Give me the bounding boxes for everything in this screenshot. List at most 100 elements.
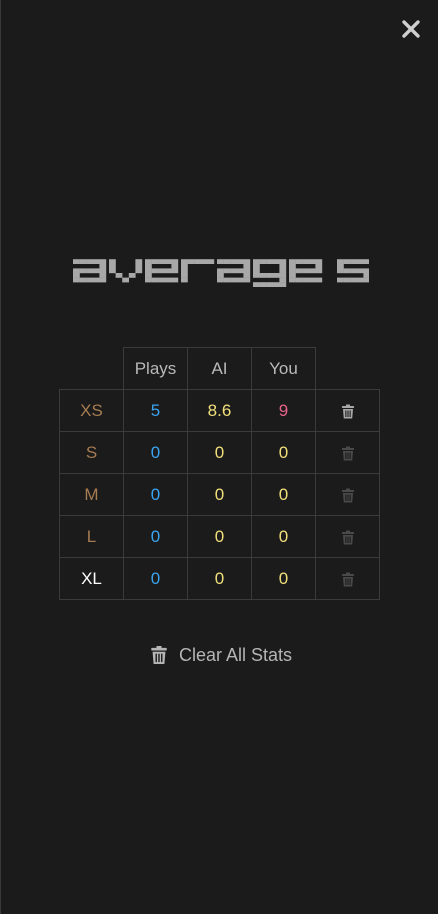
- title-pixel: [266, 273, 273, 278]
- title-pixel: [109, 263, 116, 269]
- trash-icon: [341, 446, 354, 461]
- title-pixel: [145, 277, 152, 283]
- row-you: 0: [251, 431, 316, 474]
- title-pixel: [302, 259, 309, 264]
- title-pixel: [171, 259, 179, 264]
- title-pixel: [253, 259, 260, 264]
- trash-icon: [341, 488, 354, 503]
- title-pixel: [158, 268, 165, 274]
- title-pixel: [289, 277, 296, 283]
- title-pixel: [135, 259, 143, 264]
- row-you: 0: [251, 557, 316, 600]
- row-delete-button[interactable]: [315, 389, 380, 432]
- header-plays: Plays: [123, 347, 188, 390]
- row-plays: 5: [123, 389, 188, 432]
- title-pixel: [350, 268, 357, 274]
- title-pixel: [243, 259, 251, 264]
- title-pixel: [343, 277, 351, 283]
- title-pixel: [279, 277, 287, 283]
- title-pixel: [145, 268, 152, 274]
- row-delete-button[interactable]: [315, 473, 380, 516]
- title-pixel: [86, 277, 93, 283]
- panel-edge: [0, 0, 1, 914]
- title-pixel: [266, 259, 273, 264]
- title-pixel: [86, 259, 93, 264]
- title-pixel: [289, 259, 296, 264]
- title-pixel: [289, 273, 296, 278]
- title-pixel: [73, 259, 80, 264]
- title-pixel: [295, 268, 303, 274]
- stats-table: Plays AI You XS 5 8.6 9 S 0 0 0 M 0 0 0 …: [59, 347, 380, 600]
- title-pixel: [289, 263, 296, 269]
- title-pixel: [171, 268, 179, 274]
- title-pixel: [79, 259, 87, 264]
- title-pixel: [217, 277, 224, 283]
- title-pixel: [302, 277, 309, 283]
- row-size: M: [59, 473, 124, 516]
- row-plays: 0: [123, 557, 188, 600]
- row-delete-button[interactable]: [315, 557, 380, 600]
- title-pixel: [181, 277, 188, 283]
- row-ai: 0: [187, 515, 252, 558]
- title-pixel: [230, 259, 237, 264]
- title-pixel: [92, 277, 100, 283]
- title-pixel: [171, 263, 179, 269]
- title-pixel: [350, 277, 357, 283]
- row-you: 9: [251, 389, 316, 432]
- title-pixel: [272, 273, 280, 278]
- row-plays: 0: [123, 431, 188, 474]
- title-pixel: [145, 273, 152, 278]
- title-pixel: [236, 268, 244, 274]
- title-pixel: [200, 259, 208, 264]
- title-pixel: [122, 277, 129, 283]
- title-pixel: [356, 277, 364, 283]
- title-pixel: [73, 277, 80, 283]
- close-button[interactable]: [398, 16, 424, 42]
- row-ai: 0: [187, 557, 252, 600]
- title-pixel: [253, 273, 260, 278]
- title-pixel: [343, 268, 351, 274]
- title-pixel: [99, 268, 107, 274]
- title-pixel: [272, 282, 280, 287]
- title-pixel: [151, 268, 159, 274]
- row-delete-button[interactable]: [315, 431, 380, 474]
- title-pixel: [356, 268, 364, 274]
- title-pixel: [308, 277, 316, 283]
- title-pixel: [230, 268, 237, 274]
- trash-icon: [341, 572, 354, 587]
- title-pixel: [236, 277, 244, 283]
- title-pixel: [308, 268, 316, 274]
- close-x-icon: [402, 20, 420, 38]
- title-pixel: [135, 268, 143, 274]
- title-pixel: [363, 277, 369, 283]
- title-pixel: [151, 277, 159, 283]
- row-you: 0: [251, 515, 316, 558]
- row-delete-button[interactable]: [315, 515, 380, 558]
- clear-all-stats-label: Clear All Stats: [179, 644, 293, 665]
- title-pixel: [302, 268, 309, 274]
- row-ai: 0: [187, 473, 252, 516]
- title-pixel: [253, 282, 260, 287]
- title-pixel: [363, 273, 369, 278]
- title-text: average swaps: [369, 248, 370, 249]
- title-pixel: [92, 268, 100, 274]
- table-row: XS 5 8.6 9: [59, 389, 380, 432]
- clear-all-stats-button[interactable]: Clear All Stats: [150, 643, 292, 667]
- title-pixel: [99, 277, 107, 283]
- header-ai: AI: [187, 347, 252, 390]
- title-pixel: [79, 277, 87, 283]
- title-pixel: [279, 263, 287, 269]
- title-pixel: [145, 263, 152, 269]
- title-pixel: [279, 268, 287, 274]
- trash-icon: [341, 530, 354, 545]
- title-pixel: [109, 259, 116, 264]
- title-pixel: [337, 259, 344, 264]
- title-pixel: [315, 263, 323, 269]
- row-you: 0: [251, 473, 316, 516]
- title-pixel-text: [73, 259, 369, 287]
- title-pixel: [343, 259, 351, 264]
- title-pixel: [86, 268, 93, 274]
- title-pixel: [99, 259, 107, 264]
- title-pixel: [109, 268, 116, 274]
- title-pixel: [363, 259, 369, 264]
